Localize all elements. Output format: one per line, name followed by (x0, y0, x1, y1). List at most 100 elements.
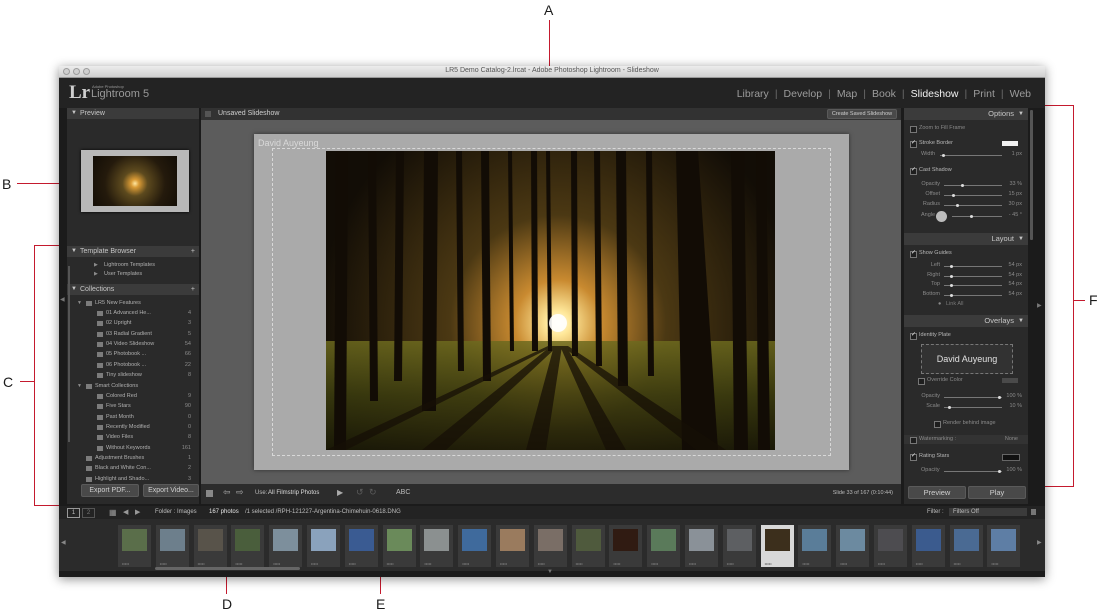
identity-plate-checkbox[interactable] (910, 331, 917, 340)
render-behind-checkbox[interactable] (934, 421, 941, 428)
next-slide-icon[interactable]: ⇨ (236, 487, 244, 498)
identity-plate-editor[interactable]: David Auyeung (921, 344, 1013, 374)
rotate-right-icon[interactable]: ↻ (369, 487, 377, 498)
folder-source[interactable]: Folder : Images (155, 506, 197, 519)
smart-collection-item[interactable]: Video Files 8 (67, 432, 199, 442)
filmstrip-thumbnail[interactable]: ••••• (874, 525, 907, 567)
override-color-checkbox[interactable] (918, 378, 925, 385)
module-web[interactable]: Web (1004, 88, 1037, 100)
filmstrip-thumbnail[interactable]: ••••• (722, 525, 756, 567)
guide-bottom-slider-knob[interactable] (950, 293, 953, 297)
filter-lock-icon[interactable] (1031, 509, 1036, 515)
watermarking-checkbox[interactable] (910, 437, 917, 444)
width-slider[interactable] (940, 154, 1002, 157)
play-preview-icon[interactable]: ▶ (337, 488, 343, 497)
back-arrow-icon[interactable]: ◀ (123, 506, 128, 519)
guide-bottom-slider[interactable] (944, 293, 1002, 297)
watermarking-row[interactable]: Watermarking : None (904, 435, 1028, 444)
module-develop[interactable]: Develop (778, 88, 829, 100)
collection-set[interactable]: ▼ LR5 New Features (67, 298, 199, 308)
shadow-offset-slider[interactable] (944, 194, 1002, 197)
filmstrip-scroll-left-icon[interactable]: ◀ (61, 539, 66, 546)
collection-item[interactable]: 02 Upright 3 (67, 318, 199, 328)
shadow-radius-slider[interactable] (944, 204, 1002, 207)
filmstrip-thumbnail[interactable]: ••••• (458, 525, 492, 567)
filmstrip-thumbnail[interactable]: ••••• (798, 525, 832, 567)
shadow-opacity-slider[interactable] (944, 184, 1002, 187)
collection-item[interactable]: Tiny slideshow 8 (67, 370, 199, 380)
preview-button[interactable]: Preview (908, 486, 966, 499)
zoom-to-fill-checkbox[interactable] (910, 126, 917, 133)
identity-plate-row[interactable]: Identity Plate (904, 331, 1028, 340)
left-panel-scrollbar[interactable] (68, 266, 70, 442)
filmstrip-thumbnail[interactable]: ••••• (307, 525, 340, 567)
collection-item[interactable]: Adjustment Brushes 1 (67, 453, 199, 463)
collection-item[interactable]: 01 Advanced He... 4 (67, 308, 199, 318)
play-button[interactable]: Play (968, 486, 1026, 499)
template-browser-header[interactable]: ▼ Template Browser + (67, 246, 199, 257)
filmstrip-thumbnail[interactable]: ••••• (987, 525, 1021, 567)
collection-item[interactable]: Black and White Con... 2 (67, 463, 199, 473)
collection-item[interactable]: 03 Radial Gradient 5 (67, 329, 199, 339)
filmstrip-thumbnail[interactable]: ••••• (496, 525, 529, 567)
smart-collection-item[interactable]: Five Stars 90 (67, 401, 199, 411)
forward-arrow-icon[interactable]: ▶ (135, 506, 140, 519)
right-panel-toggle-icon[interactable]: ▶ (1037, 302, 1042, 309)
filmstrip-thumbnail[interactable]: ••••• (420, 525, 454, 567)
shadow-opacity-slider-knob[interactable] (961, 184, 964, 187)
smart-collection-item[interactable]: Past Month 0 (67, 412, 199, 422)
stop-button[interactable] (206, 490, 213, 497)
rating-stars-row[interactable]: Rating Stars (904, 452, 1028, 461)
link-all-row[interactable]: ● Link All (904, 300, 1028, 309)
filmstrip-thumbnail[interactable]: ••••• (231, 525, 265, 567)
guide-left-slider[interactable] (944, 265, 1002, 268)
template-folder[interactable]: ▶ User Templates (67, 269, 199, 279)
override-color-row[interactable]: Override Color (904, 376, 1028, 385)
screen-1-button[interactable]: 1 (67, 508, 80, 518)
export-pdf-button[interactable]: Export PDF... (81, 484, 139, 497)
module-map[interactable]: Map (831, 88, 863, 100)
collections-header[interactable]: ▼ Collections + (67, 284, 199, 295)
shadow-offset-slider-knob[interactable] (952, 194, 955, 197)
filmstrip-thumbnail[interactable]: ••••• (836, 525, 870, 567)
slide-photo[interactable] (326, 151, 775, 450)
zoom-to-fill-row[interactable]: Zoom to Fill Frame (904, 124, 1028, 133)
rotate-left-icon[interactable]: ↺ (356, 487, 364, 498)
angle-slider[interactable] (952, 215, 1002, 218)
filmstrip-thumbnail[interactable]: ••••• (118, 525, 151, 567)
filmstrip-thumbnail[interactable]: ••••• (533, 525, 567, 567)
filmstrip-thumbnail[interactable]: ••••• (609, 525, 643, 567)
preview-panel-header[interactable]: ▼ Preview (67, 108, 199, 119)
export-video-button[interactable]: Export Video... (143, 484, 199, 497)
guide-top-slider-knob[interactable] (950, 284, 953, 288)
module-print[interactable]: Print (967, 88, 1001, 100)
collection-item[interactable]: 06 Photobook ... 22 (67, 360, 199, 370)
filmstrip-thumbnail[interactable]: ••••• (571, 525, 605, 567)
guide-right-slider-knob[interactable] (950, 274, 953, 278)
layout-panel-header[interactable]: Layout ▼ (904, 233, 1028, 245)
plate-opacity-slider[interactable] (944, 396, 1002, 399)
filmstrip-scrollbar[interactable] (155, 567, 300, 570)
grid-view-icon[interactable]: ▦ (109, 506, 117, 519)
watermark-select[interactable]: None (1005, 435, 1018, 444)
override-color-swatch[interactable] (1002, 378, 1018, 383)
rating-color-swatch[interactable] (1002, 454, 1020, 461)
smart-collection-item[interactable]: Without Keywords 161 (67, 443, 199, 453)
plate-opacity-slider-knob[interactable] (998, 396, 1001, 399)
slideshow-menu-icon[interactable] (205, 111, 211, 117)
filmstrip-thumbnail[interactable]: ••••• (382, 525, 416, 567)
stroke-color-swatch[interactable] (1002, 141, 1018, 146)
stroke-border-row[interactable]: Stroke Border (904, 139, 1028, 148)
use-source-select[interactable]: All Filmstrip Photos (268, 490, 319, 496)
filmstrip-thumbnail[interactable]: ••••• (949, 525, 983, 567)
previous-slide-icon[interactable]: ⇦ (223, 487, 231, 498)
angle-slider-knob[interactable] (970, 215, 973, 218)
rating-stars-checkbox[interactable] (910, 452, 917, 461)
filmstrip-thumbnail[interactable]: ••••• (647, 525, 681, 567)
filmstrip-thumbnail[interactable]: ••••• (685, 525, 718, 567)
collection-item[interactable]: 05 Photobook ... 66 (67, 349, 199, 359)
show-guides-checkbox[interactable] (910, 249, 917, 258)
add-text-button[interactable]: ABC (396, 489, 410, 496)
module-book[interactable]: Book (866, 88, 902, 100)
filmstrip-thumbnail[interactable]: ••••• (760, 525, 794, 567)
